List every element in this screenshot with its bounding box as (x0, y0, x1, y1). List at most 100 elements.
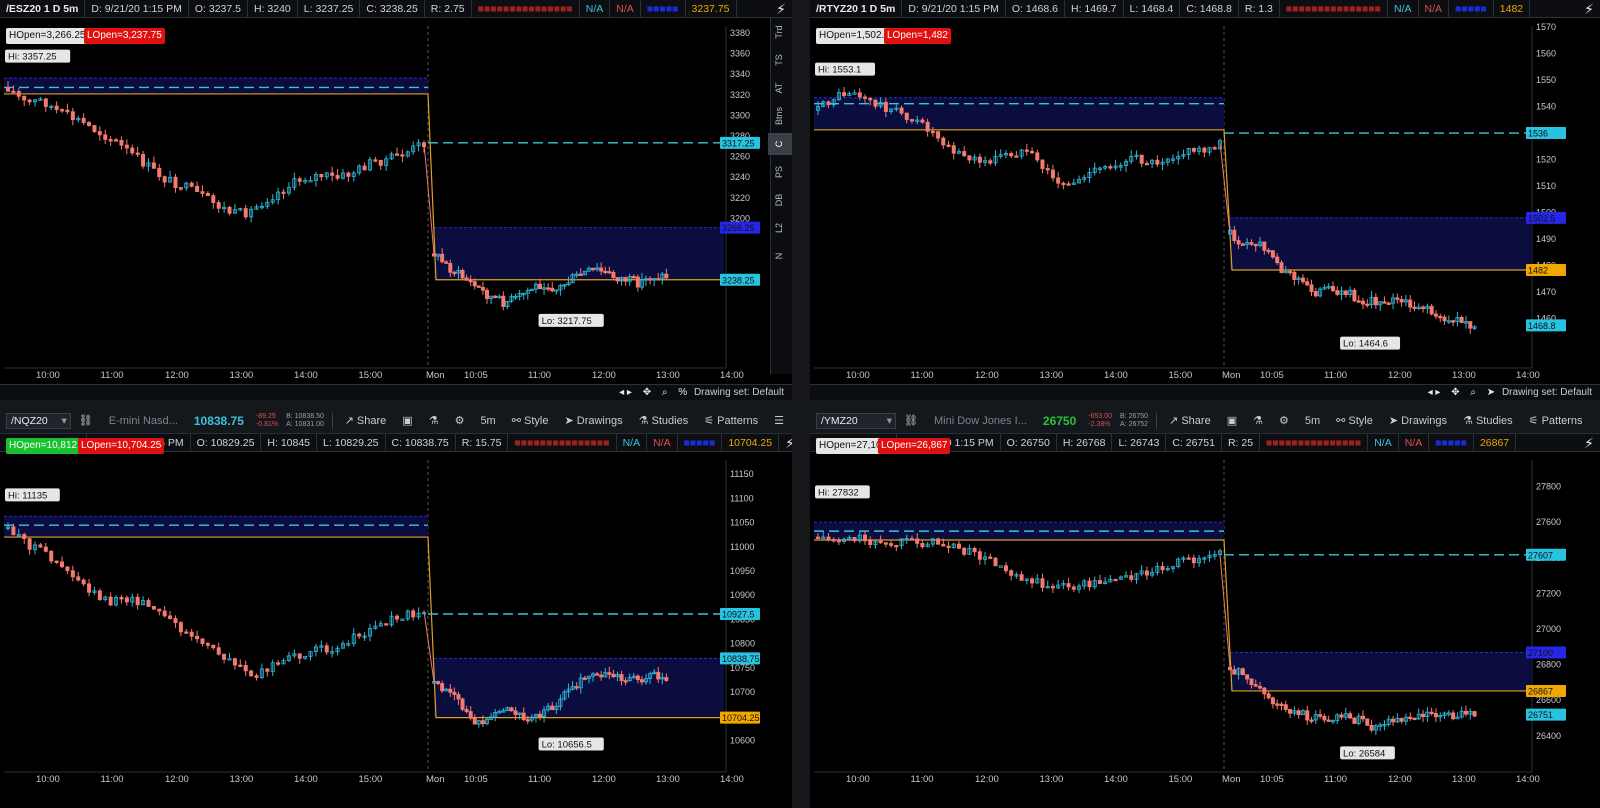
candle (65, 566, 70, 572)
candle (1035, 152, 1040, 161)
x-tick-label: Mon (1222, 774, 1240, 785)
cursor-icon[interactable]: ➤ (1487, 387, 1495, 398)
candle (578, 273, 583, 276)
y-tick-label: 1470 (1536, 287, 1556, 297)
candle (988, 160, 993, 164)
candle (1326, 719, 1331, 722)
candle (173, 176, 178, 189)
candle (211, 195, 216, 203)
x-tick-label: 13:00 (1040, 774, 1064, 785)
candle (464, 708, 469, 712)
candle (862, 534, 867, 542)
candle (1003, 565, 1008, 572)
candle (330, 172, 335, 176)
sidebar-tab-n[interactable]: N (768, 245, 792, 267)
candle (1463, 710, 1468, 715)
sidebar-tab-ts[interactable]: TS (768, 49, 792, 71)
candle (1305, 710, 1310, 721)
candle (43, 98, 48, 107)
chart-bottom-bar: ◂ ▸ ✥ ⌕ ➤ Drawing set: Default (810, 384, 1600, 400)
candle (97, 131, 102, 136)
candle (346, 172, 351, 177)
panel-splitter-horizontal[interactable] (0, 400, 1600, 408)
price-chart[interactable]: 3380336033403320330032803260324032203200… (0, 0, 792, 400)
y-tick-label: 3360 (730, 49, 750, 59)
candle (635, 675, 640, 681)
candle (178, 187, 183, 190)
price-tag-label: 1482 (1528, 265, 1548, 275)
drawing-set-label[interactable]: Drawing set: Default (1502, 387, 1592, 398)
candle (1348, 713, 1353, 719)
candle (873, 99, 878, 107)
zoom-icon[interactable]: ⌕ (662, 387, 668, 398)
candle (967, 155, 972, 161)
candle (1270, 697, 1275, 705)
low-callout-label: Lo: 26584 (1343, 748, 1385, 759)
candle (920, 542, 925, 548)
pan-icon[interactable]: ✥ (643, 387, 651, 398)
hopen-label: HOpen=3,266.25 (6, 28, 89, 44)
x-tick-label: 10:05 (1260, 774, 1284, 785)
x-tick-label: 11:00 (1324, 370, 1347, 381)
candle (1433, 712, 1438, 718)
price-chart[interactable]: 2780027600274002720027000268002660026400… (810, 408, 1600, 808)
y-tick-label: 1550 (1536, 75, 1556, 85)
chart-sidebar: Trd TS AT Btns C PS DB L2 N (768, 18, 792, 374)
lopen-label: LOpen=3,237.75 (84, 28, 165, 44)
candle (308, 180, 313, 183)
candle (946, 144, 951, 147)
candle (1129, 575, 1134, 580)
sidebar-tab-db[interactable]: DB (768, 189, 792, 211)
candle (619, 674, 624, 682)
candle (1009, 570, 1014, 576)
candle (623, 277, 628, 282)
percent-icon[interactable]: % (678, 387, 687, 398)
candle (1191, 147, 1196, 152)
candle (27, 99, 32, 103)
candle (513, 710, 518, 715)
sidebar-tab-ps[interactable]: PS (768, 161, 792, 183)
candle (1438, 315, 1443, 319)
candle (1352, 717, 1357, 724)
price-tag-label: 3317.25 (722, 138, 755, 148)
candle (1300, 277, 1305, 283)
sidebar-tab-c[interactable]: C (768, 133, 792, 155)
candle (611, 272, 616, 278)
candle (1313, 291, 1318, 297)
x-tick-label: 13:00 (656, 774, 680, 785)
lopen-label: LOpen=10,704.25 (78, 438, 165, 454)
scroll-left-icon[interactable]: ◂ ▸ (1428, 387, 1441, 398)
y-tick-label: 3380 (730, 28, 750, 38)
sidebar-tab-at[interactable]: AT (768, 77, 792, 99)
sidebar-tab-btns[interactable]: Btns (768, 105, 792, 127)
pan-icon[interactable]: ✥ (1451, 387, 1459, 398)
candle (468, 711, 473, 719)
y-tick-label: 1490 (1536, 234, 1556, 244)
candle (1365, 718, 1370, 726)
candle (1279, 262, 1284, 273)
candle (216, 647, 221, 655)
candle (1160, 565, 1165, 571)
chart-bottom-bar: ◂ ▸ ✥ ⌕ % Drawing set: Default (0, 384, 792, 400)
candle (1066, 183, 1071, 186)
candle (485, 289, 490, 299)
zoom-icon[interactable]: ⌕ (1470, 387, 1476, 398)
x-tick-label: 11:00 (911, 370, 934, 381)
x-tick-label: 11:00 (911, 774, 934, 785)
candle (639, 679, 644, 683)
scroll-left-icon[interactable]: ◂ ▸ (619, 387, 632, 398)
price-chart[interactable]: 1115011100110501100010950109001085010800… (0, 408, 792, 808)
sidebar-tab-trd[interactable]: Trd (768, 21, 792, 43)
candle (936, 131, 941, 139)
price-chart[interactable]: 1570156015501540153015201510150014901480… (810, 0, 1600, 400)
y-tick-label: 11150 (730, 469, 754, 479)
candle (816, 536, 821, 539)
sidebar-tab-l2[interactable]: L2 (768, 217, 792, 239)
candle (664, 677, 669, 681)
candle (324, 645, 329, 653)
candle (883, 101, 888, 112)
drawing-set-label[interactable]: Drawing set: Default (694, 387, 784, 398)
x-tick-label: 12:00 (1388, 370, 1412, 381)
candle (623, 680, 628, 683)
candle (1305, 281, 1310, 286)
